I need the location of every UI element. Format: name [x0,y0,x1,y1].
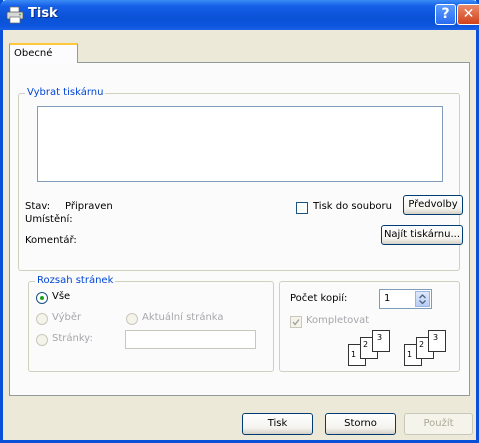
page-range-group: Rozsah stránek Vše Výběr Aktuální stránk… [28,275,274,372]
all-pages-label[interactable]: Vše [52,291,70,302]
copies-label: Počet kopií: [290,293,348,304]
copies-group: Počet kopií: 1 Kompletovat 1 2 3 1 2 3 [279,281,460,372]
copies-value: 1 [384,293,391,304]
copies-input[interactable]: 1 [379,289,432,309]
comment-label: Komentář: [25,235,77,246]
collate-checkbox[interactable] [290,316,302,328]
current-page-label[interactable]: Aktuální stránka [142,312,224,323]
printer-group-legend: Vybrat tiskárnu [25,87,106,98]
printer-icon [6,6,24,24]
help-button[interactable]: ? [435,4,456,25]
question-icon: ? [441,6,450,22]
spin-arrows-icon [419,294,426,305]
close-icon: ✕ [462,6,475,22]
page-icon: 3 [372,330,390,352]
pages-radio[interactable] [36,334,48,346]
collate-illustration: 1 2 3 1 2 3 [348,330,458,368]
printer-list[interactable] [37,106,443,182]
page-range-group-legend: Rozsah stránek [35,275,116,286]
printer-group: Vybrat tiskárnu Stav: Připraven Umístění… [18,87,463,271]
selection-radio[interactable] [36,313,48,325]
check-icon [292,319,300,326]
copies-spinner[interactable] [415,291,430,307]
tab-general[interactable]: Obecné [9,43,78,63]
preferences-button[interactable]: Předvolby [403,195,463,215]
selection-label[interactable]: Výběr [52,312,81,323]
window-title: Tisk [28,6,58,21]
tab-general-label: Obecné [14,48,53,59]
print-dialog: Tisk ? ✕ Obecné Vybrat tiskárnu Stav: Př… [0,0,479,443]
collate-stack-b: 1 2 3 [404,330,454,368]
page-icon: 3 [428,330,446,352]
current-page-radio[interactable] [126,313,138,325]
collate-stack-a: 1 2 3 [348,330,398,368]
find-printer-button[interactable]: Najít tiskárnu... [381,225,463,245]
title-bar[interactable]: Tisk ? ✕ [0,0,479,30]
pages-input[interactable] [125,330,256,349]
status-label: Stav: [25,201,51,212]
apply-button[interactable]: Použít [404,413,473,435]
print-to-file-checkbox[interactable] [296,202,308,214]
all-pages-radio[interactable] [36,292,48,304]
close-button[interactable]: ✕ [457,4,479,25]
print-to-file-label[interactable]: Tisk do souboru [313,201,392,212]
cancel-button[interactable]: Storno [325,413,396,435]
general-panel: Vybrat tiskárnu Stav: Připraven Umístění… [9,62,470,396]
radio-dot [40,296,44,300]
collate-label: Kompletovat [306,315,370,326]
location-label: Umístění: [25,214,73,225]
print-button[interactable]: Tisk [242,413,313,435]
status-value: Připraven [65,201,113,212]
pages-label[interactable]: Stránky: [52,333,93,344]
